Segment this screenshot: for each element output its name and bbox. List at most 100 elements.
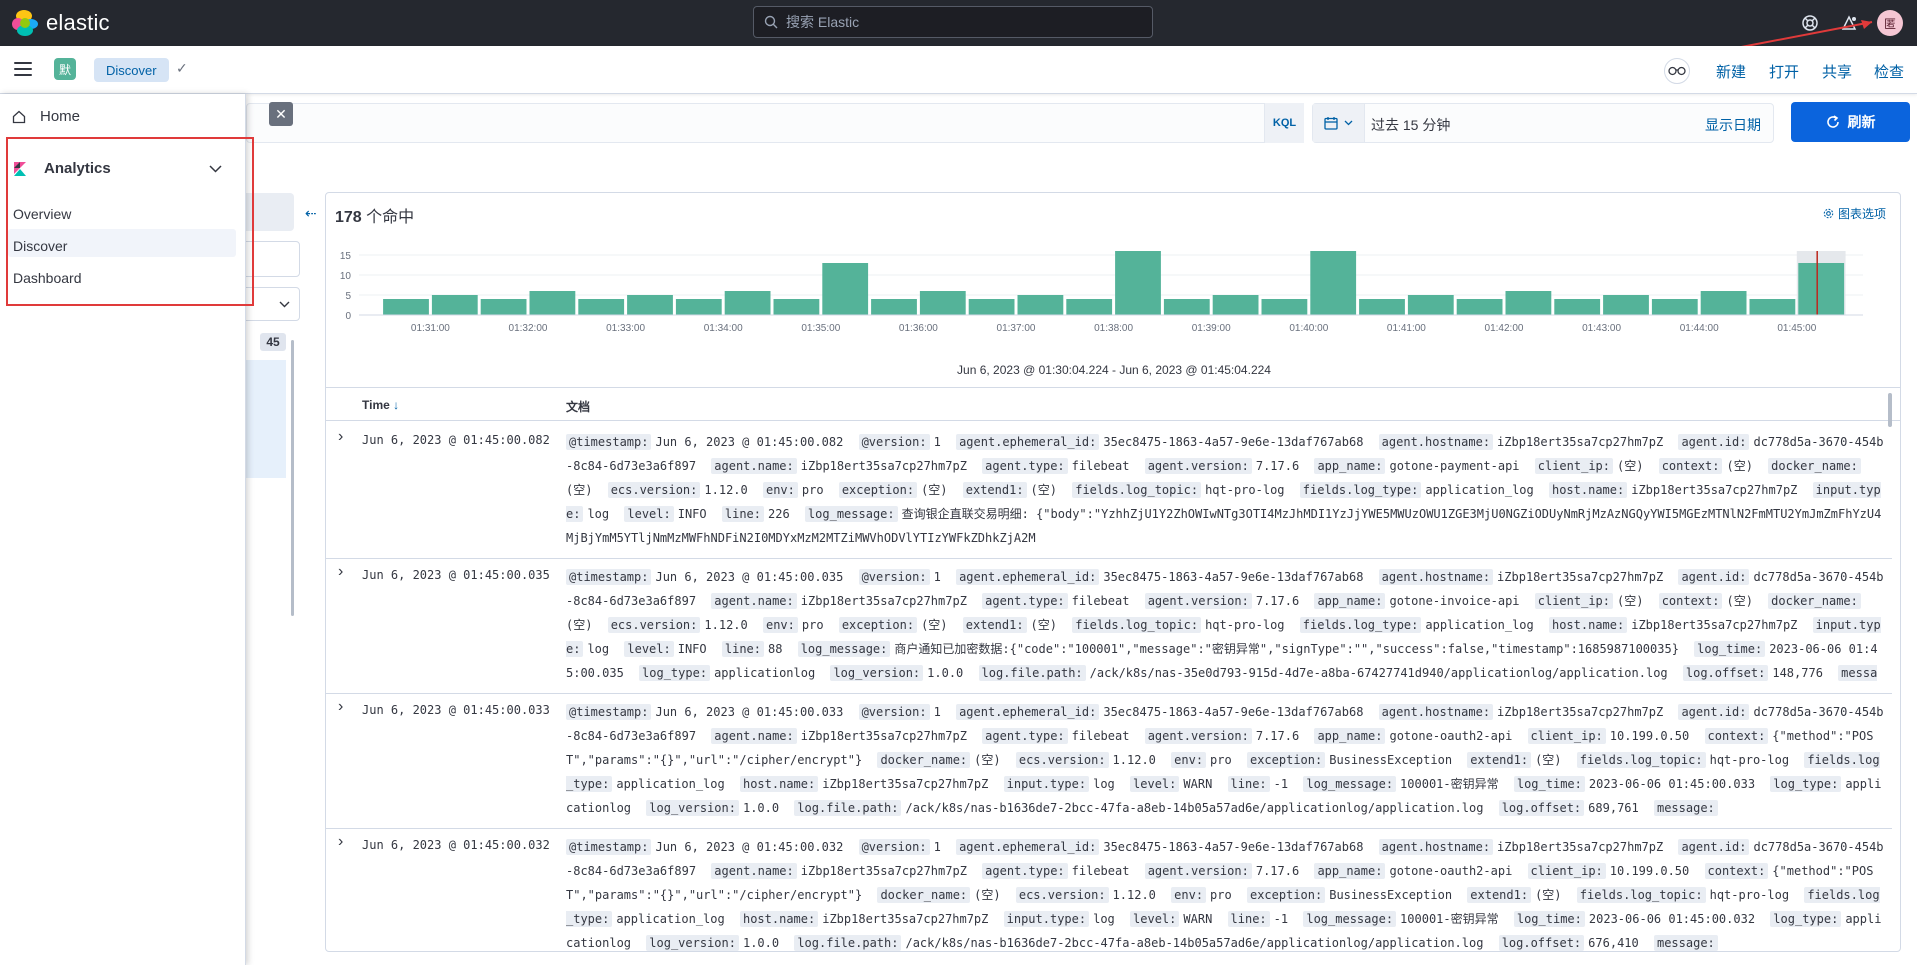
histogram-bar[interactable] <box>1651 299 1698 315</box>
chart-options-button[interactable]: 图表选项 <box>1823 205 1886 222</box>
field-value: applicationlog <box>714 666 816 680</box>
histogram-bar[interactable] <box>1066 299 1113 315</box>
histogram-bar[interactable] <box>822 263 869 315</box>
field-key: agent.ephemeral_id: <box>956 569 1100 585</box>
quick-select-button[interactable] <box>1313 104 1365 142</box>
field-key: @timestamp: <box>566 434 652 450</box>
query-input[interactable] <box>246 103 1304 143</box>
share-link[interactable]: 共享 <box>1822 61 1852 82</box>
user-avatar[interactable]: 匿 <box>1877 10 1903 36</box>
field-value: -1 <box>1273 777 1289 791</box>
menu-toggle-icon[interactable] <box>14 62 32 76</box>
histogram-bar[interactable] <box>1700 291 1747 315</box>
histogram-bar[interactable] <box>431 295 478 315</box>
histogram-bar[interactable] <box>1407 295 1454 315</box>
collapse-sidebar-icon[interactable]: ⇠ <box>305 205 317 222</box>
histogram-bar[interactable] <box>1749 299 1796 315</box>
date-picker[interactable]: 过去 15 分钟 显示日期 <box>1312 103 1774 143</box>
open-link[interactable]: 打开 <box>1769 61 1799 82</box>
field-key: extend1: <box>1467 887 1532 903</box>
column-header-time[interactable]: Time ↓ <box>362 398 399 412</box>
field-key: ecs.version: <box>1015 752 1109 768</box>
histogram-bar[interactable] <box>1505 291 1552 315</box>
field-value: (空) <box>1726 594 1753 608</box>
table-row[interactable]: › Jun 6, 2023 @ 01:45:00.032 @timestamp: Ju… <box>326 829 1892 951</box>
histogram-bar[interactable] <box>1359 299 1405 315</box>
time-range-text: Jun 6, 2023 @ 01:30:04.224 - Jun 6, 2023… <box>957 363 1271 377</box>
expand-row-icon[interactable]: › <box>338 833 343 851</box>
field-key: agent.name: <box>711 593 797 609</box>
field-value: /ack/k8s/nas-b1636de7-2bcc-47fa-a8eb-14b… <box>905 801 1484 815</box>
histogram-bar[interactable] <box>675 299 722 315</box>
histogram-bar[interactable] <box>871 299 917 315</box>
field-key: fields.log_type: <box>1299 482 1422 498</box>
show-dates-link[interactable]: 显示日期 <box>1705 115 1761 135</box>
field-key: input.type: <box>1003 911 1090 927</box>
table-row[interactable]: › Jun 6, 2023 @ 01:45:00.035 @timestamp: Ju… <box>326 559 1892 694</box>
close-flyout-button[interactable]: ✕ <box>269 102 293 126</box>
expand-row-icon[interactable]: › <box>338 563 343 581</box>
field-value: hqt-pro-log <box>1709 753 1790 767</box>
histogram-bar[interactable] <box>1017 295 1064 315</box>
field-key: agent.version: <box>1144 593 1252 609</box>
histogram-bar[interactable] <box>1554 299 1601 315</box>
histogram-bar[interactable] <box>1115 251 1161 315</box>
histogram-bar[interactable] <box>1310 251 1357 315</box>
brand-name: elastic <box>46 10 110 35</box>
global-search-input[interactable] <box>786 14 1126 30</box>
field-key: fields.log_topic: <box>1576 752 1706 768</box>
global-search[interactable] <box>753 6 1153 38</box>
time-range-label[interactable]: 过去 15 分钟 <box>1371 115 1450 135</box>
histogram-bar[interactable] <box>1261 299 1308 315</box>
histogram-bar[interactable] <box>627 295 673 315</box>
elastic-logo[interactable]: elastic <box>12 10 110 36</box>
refresh-icon <box>1826 115 1839 128</box>
breadcrumb-discover[interactable]: Discover <box>94 58 169 82</box>
field-value: application_log <box>1425 483 1534 497</box>
row-document: @timestamp: Jun 6, 2023 @ 01:45:00.032 @v… <box>566 835 1884 951</box>
field-value: log <box>587 507 610 521</box>
results-panel: 178 个命中 图表选项 0 5 10 15 01:31:00 01:32:00 01:33… <box>325 192 1901 952</box>
table-row[interactable]: › Jun 6, 2023 @ 01:45:00.033 @timestamp: Ju… <box>326 694 1892 829</box>
new-link[interactable]: 新建 <box>1716 61 1746 82</box>
histogram-bar[interactable] <box>383 299 429 315</box>
table-scrollbar[interactable] <box>1888 393 1892 427</box>
histogram-bar[interactable] <box>968 299 1015 315</box>
histogram-bar[interactable] <box>1456 299 1503 315</box>
nav-home[interactable]: Home <box>12 108 80 125</box>
inspect-link[interactable]: 检查 <box>1874 61 1904 82</box>
table-header: Time ↓ 文档 <box>326 387 1900 421</box>
space-avatar[interactable]: 默 <box>54 58 76 80</box>
histogram-bar[interactable] <box>1163 299 1210 315</box>
histogram-bar[interactable] <box>724 291 771 315</box>
histogram-bar[interactable] <box>1798 263 1845 315</box>
histogram-bar[interactable] <box>1212 295 1259 315</box>
glasses-icon[interactable] <box>1664 58 1690 84</box>
search-icon <box>764 15 778 29</box>
field-value: application_log <box>616 912 725 926</box>
query-language-button[interactable]: KQL <box>1264 103 1304 143</box>
field-key: exception: <box>838 482 918 498</box>
calendar-icon <box>1324 117 1338 130</box>
field-value: BusinessException <box>1329 753 1453 767</box>
field-value: (空) <box>974 888 1001 902</box>
field-value: (空) <box>1617 459 1644 473</box>
field-value: WARN <box>1183 912 1213 926</box>
refresh-button[interactable]: 刷新 <box>1791 102 1910 142</box>
field-value: (空) <box>566 483 593 497</box>
sort-down-icon[interactable]: ↓ <box>393 398 399 412</box>
table-row[interactable]: › Jun 6, 2023 @ 01:45:00.082 @timestamp: Ju… <box>326 424 1892 559</box>
histogram-bar[interactable] <box>773 299 820 315</box>
expand-row-icon[interactable]: › <box>338 428 343 446</box>
field-value: application_log <box>1425 618 1534 632</box>
expand-row-icon[interactable]: › <box>338 698 343 716</box>
field-value: filebeat <box>1071 594 1130 608</box>
field-list-scrollbar[interactable] <box>291 340 294 616</box>
histogram-chart[interactable]: 0 5 10 15 01:31:00 01:32:00 01:33:00 01:34:00 01… <box>326 233 1901 363</box>
histogram-bar[interactable] <box>480 299 527 315</box>
field-key: agent.version: <box>1144 458 1252 474</box>
histogram-bar[interactable] <box>578 299 625 315</box>
histogram-bar[interactable] <box>529 291 576 315</box>
histogram-bar[interactable] <box>919 291 966 315</box>
histogram-bar[interactable] <box>1603 295 1649 315</box>
